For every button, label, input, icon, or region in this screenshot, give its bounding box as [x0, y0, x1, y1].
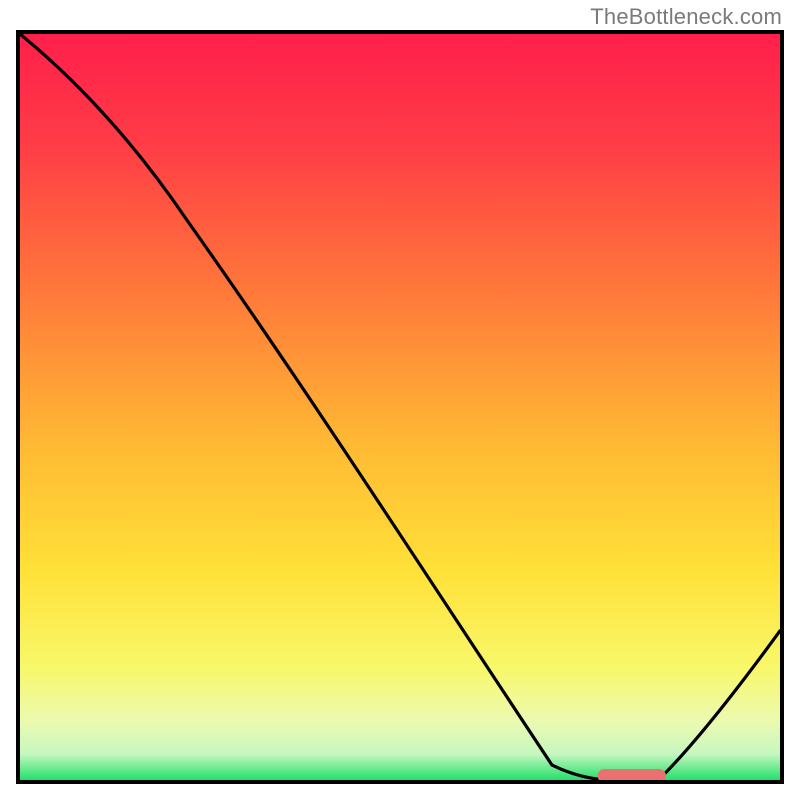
watermark-text: TheBottleneck.com — [590, 4, 782, 30]
chart-container — [16, 30, 784, 784]
chart-background-gradient — [20, 34, 780, 780]
